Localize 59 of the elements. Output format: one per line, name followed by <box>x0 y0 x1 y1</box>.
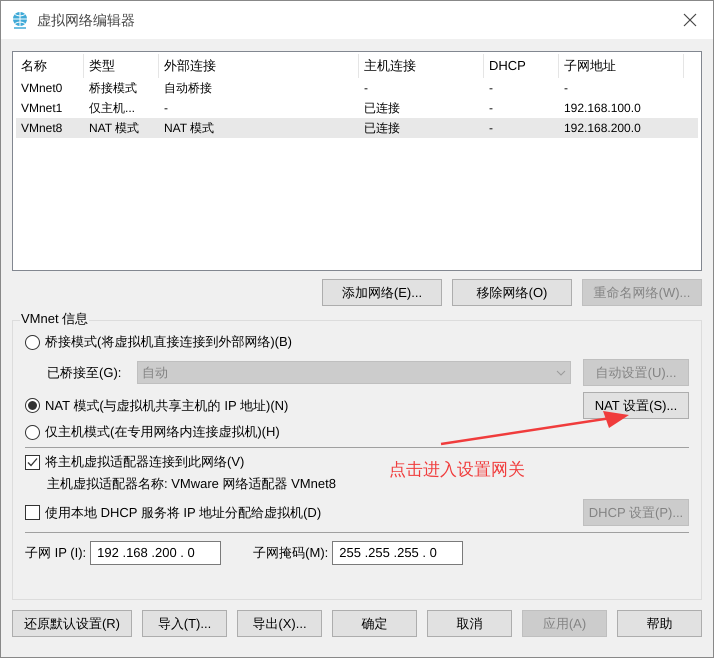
checkbox[interactable] <box>25 454 40 470</box>
radio-label: NAT 模式(与虚拟机共享主机的 IP 地址)(N) <box>45 396 288 415</box>
table-row[interactable]: VMnet0 桥接模式 自动桥接 - - - <box>16 78 698 98</box>
column-header[interactable]: 主机连接 <box>359 54 484 78</box>
table-cell-text: VMnet8 <box>20 120 64 137</box>
table-cell-text: 已连接 <box>363 120 401 137</box>
dialog-button[interactable]: 帮助 <box>617 610 702 637</box>
checkbox[interactable] <box>25 505 40 520</box>
globe-icon <box>11 11 29 29</box>
dialog-button[interactable]: 移除网络(O) <box>452 279 572 306</box>
check-icon <box>27 456 38 468</box>
radio-button[interactable] <box>25 334 40 350</box>
input-field[interactable]: 192 .168 .200 . 0 <box>90 541 222 565</box>
table-cell-text: - <box>488 100 494 117</box>
table-cell-text: - <box>363 80 369 97</box>
adapter-name: 主机虚拟适配器名称: VMware 网络适配器 VMnet8 <box>47 475 336 494</box>
field-label: 子网 IP (I): <box>25 544 86 562</box>
checkbox-label: 使用本地 DHCP 服务将 IP 地址分配给虚拟机(D) <box>45 504 322 522</box>
table-row[interactable]: VMnet8 NAT 模式 NAT 模式 已连接 - 192.168.200.0 <box>16 118 698 138</box>
table-cell-text: VMnet0 <box>20 80 64 97</box>
table-row[interactable]: VMnet1 仅主机... - 已连接 - 192.168.100.0 <box>16 98 698 118</box>
table-cell-text: VMnet1 <box>20 100 64 117</box>
field-label: 子网掩码(M): <box>253 544 328 562</box>
checkbox-label: 将主机虚拟适配器连接到此网络(V) <box>45 453 244 472</box>
radio-button[interactable] <box>25 398 40 413</box>
table-cell-text: 仅主机... <box>88 100 136 117</box>
table-cell-text: - <box>488 120 494 137</box>
dialog-button[interactable]: 还原默认设置(R) <box>12 610 132 637</box>
dialog-button[interactable]: 导出(X)... <box>237 610 322 637</box>
column-header[interactable]: 名称 <box>16 54 84 78</box>
field-label: 已桥接至(G): <box>47 364 122 382</box>
dialog-button[interactable]: 确定 <box>332 610 417 637</box>
table-cell-text: - <box>563 80 569 97</box>
column-header[interactable]: 类型 <box>84 54 159 78</box>
table-cell-text: - <box>163 100 169 117</box>
column-header[interactable]: 子网地址 <box>559 54 684 78</box>
group-title: VMnet 信息 <box>20 311 90 327</box>
chevron-icon <box>556 370 566 376</box>
table-cell-text: NAT 模式 <box>88 120 140 137</box>
column-header[interactable]: DHCP <box>484 54 559 78</box>
dialog-button[interactable]: NAT 设置(S)... <box>583 392 689 419</box>
table-cell-text: 192.168.100.0 <box>563 100 642 117</box>
annotation-text: 点击进入设置网关 <box>389 459 525 481</box>
window-title: 虚拟网络编辑器 <box>37 10 135 30</box>
column-header[interactable]: 外部连接 <box>159 54 359 78</box>
table-cell-text: 192.168.200.0 <box>563 120 642 137</box>
input-field[interactable]: 255 .255 .255 . 0 <box>332 541 464 565</box>
table-cell-text: 自动桥接 <box>163 80 213 97</box>
table-cell-text: - <box>488 80 494 97</box>
table-cell-text: 已连接 <box>363 100 401 117</box>
dialog-button[interactable]: 添加网络(E)... <box>322 279 442 306</box>
dialog-button[interactable]: 导入(T)... <box>142 610 227 637</box>
table-cell-text: 桥接模式 <box>88 80 138 97</box>
radio-label: 桥接模式(将虚拟机直接连接到外部网络)(B) <box>45 333 292 352</box>
radio-label: 仅主机模式(在专用网络内连接虚拟机)(H) <box>45 423 280 442</box>
table-cell-text: NAT 模式 <box>163 120 216 137</box>
radio-button[interactable] <box>25 424 40 440</box>
dialog-button[interactable]: 取消 <box>427 610 512 637</box>
close-icon[interactable] <box>683 13 697 27</box>
